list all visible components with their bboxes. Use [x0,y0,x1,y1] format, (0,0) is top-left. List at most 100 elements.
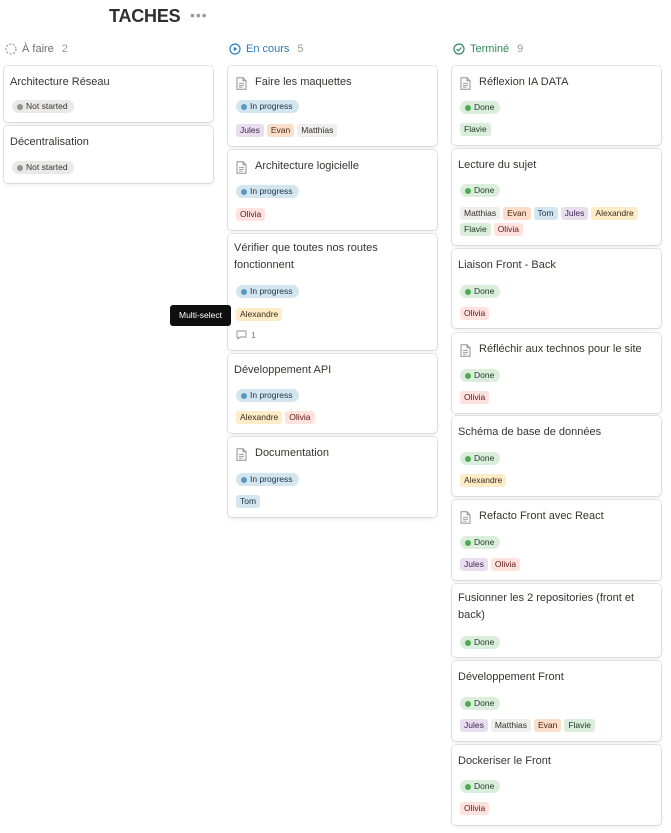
card-title: Fusionner les 2 repositories (front et b… [458,592,635,621]
task-card[interactable]: Liaison Front - Back Done Olivia [452,249,661,328]
ellipsis-icon[interactable]: ••• [190,7,208,23]
card-title: Schéma de base de données [458,426,602,438]
assignee-tags: Matthias Evan Tom Jules Alexandre Flavie Olivi… [460,207,656,236]
assignee-tag: Evan [533,719,562,732]
card-title: Faire les maquettes [255,76,352,88]
status-badge: Done [460,636,501,649]
assignee-tag: Matthias [460,207,501,220]
assignee-tag: Olivia [285,411,315,424]
card-title: Développement Front [458,671,564,683]
circle-dashed-icon [5,43,17,55]
assignee-tags: Tom [236,495,432,508]
document-icon [460,511,471,524]
task-card[interactable]: Architecture Réseau Not started [4,66,213,122]
assignee-tags: Jules Matthias Evan Flavie [460,719,656,732]
status-badge: Not started [12,161,74,174]
assignee-tag: Jules [460,558,488,571]
assignee-tags: Olivia [236,208,432,221]
status-badge: In progress [236,285,299,298]
assignee-tag: Olivia [493,223,523,236]
column-label: Terminé [470,43,510,55]
card-title: Dockeriser le Front [458,755,551,767]
card-title: Réflexion IA DATA [479,76,569,88]
task-card[interactable]: Refacto Front avec React Done Jules Olivia [452,500,661,580]
task-card[interactable]: Lecture du sujet Done Matthias Evan Tom Jules… [452,149,661,245]
task-card[interactable]: Documentation In progress Tom [228,437,437,517]
assignee-tags: Olivia [460,802,656,815]
status-badge: Done [460,285,501,298]
card-title: Réfléchir aux technos pour le site [479,343,642,355]
status-badge: Done [460,184,501,197]
assignee-tags: Alexandre [460,474,656,487]
card-title: Lecture du sujet [458,159,537,171]
assignee-tag: Tom [533,207,558,220]
status-badge: Done [460,697,501,710]
assignee-tag: Matthias [490,719,531,732]
assignee-tag: Alexandre [591,207,638,220]
document-icon [460,77,471,90]
card-title: Architecture logicielle [255,160,359,172]
assignee-tag: Evan [266,124,295,137]
column-header-done[interactable]: Terminé 9 [453,41,523,57]
assignee-tag: Olivia [490,558,521,571]
assignee-tag: Alexandre [460,474,507,487]
status-badge: Not started [12,100,74,113]
assignee-tags: Jules Olivia [460,558,656,571]
status-badge: In progress [236,185,299,198]
assignee-tags: Jules Evan Matthias [236,124,432,137]
task-card[interactable]: Développement API In progress Alexandre Oli… [228,354,437,433]
column-count: 9 [517,43,524,55]
task-card[interactable]: Faire les maquettes In progress Jules Evan M… [228,66,437,146]
status-badge: Done [460,369,501,382]
assignee-tag: Flavie [460,223,491,236]
status-badge: Done [460,780,501,793]
assignee-tag: Flavie [564,719,596,732]
card-title: Documentation [255,447,329,459]
document-icon [460,344,471,357]
assignee-tag: Olivia [236,208,266,221]
assignee-tag: Tom [236,495,261,508]
assignee-tag: Jules [460,719,488,732]
task-card[interactable]: Réfléchir aux technos pour le site Done Ol… [452,333,661,413]
task-card[interactable]: Fusionner les 2 repositories (front et b… [452,584,661,657]
comment-count[interactable]: 1 [236,330,256,340]
task-card[interactable]: Développement Front Done Jules Matthias Evan… [452,661,661,741]
document-icon [236,77,247,90]
assignee-tags: Alexandre Olivia [236,411,432,424]
assignee-tag: Flavie [460,123,491,136]
status-badge: Done [460,101,501,114]
assignee-tag: Jules [236,124,264,137]
check-circle-icon [453,43,465,55]
assignee-tag: Olivia [460,307,490,320]
task-card[interactable]: Architecture logicielle In progress Olivia [228,150,437,230]
assignee-tags: Alexandre [236,308,432,321]
assignee-tag: Jules [560,207,589,220]
assignee-tag: Alexandre [236,411,283,424]
status-badge: In progress [236,100,299,113]
comment-count-value: 1 [251,330,256,340]
board-title: TACHES [109,6,181,26]
assignee-tag: Olivia [460,802,490,815]
tooltip: Multi-select [170,305,231,326]
task-card[interactable]: Décentralisation Not started [4,126,213,183]
card-title: Architecture Réseau [10,76,110,88]
column-count: 5 [297,43,304,55]
assignee-tag: Evan [503,207,531,220]
task-card[interactable]: Réflexion IA DATA Done Flavie [452,66,661,145]
task-card[interactable]: Schéma de base de données Done Alexandre [452,416,661,496]
comment-icon [236,330,247,340]
document-icon [236,448,247,461]
document-icon [236,161,247,174]
assignee-tags: Flavie [460,123,656,136]
column-header-in-progress[interactable]: En cours 5 [229,41,304,57]
status-badge: Done [460,452,501,465]
assignee-tag: Alexandre [236,308,283,321]
task-card[interactable]: Dockeriser le Front Done Olivia [452,745,661,825]
column-header-todo[interactable]: À faire 2 [5,41,68,57]
assignee-tag: Matthias [297,124,338,137]
task-card[interactable]: Vérifier que toutes nos routes fonctionn… [228,234,437,350]
assignee-tags: Olivia [460,391,656,404]
card-title: Liaison Front - Back [458,259,556,271]
play-circle-icon [229,43,241,55]
card-title: Décentralisation [10,136,89,148]
